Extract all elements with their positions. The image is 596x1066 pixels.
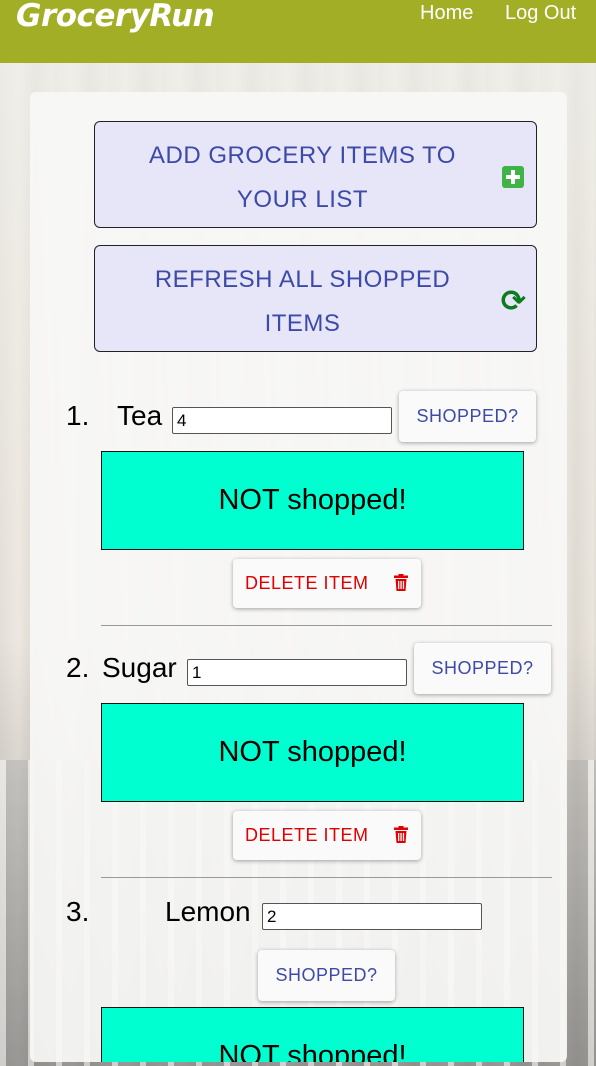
plus-square-icon (502, 166, 524, 188)
item-name: Tea (117, 400, 163, 431)
quantity-input[interactable] (172, 407, 392, 434)
nav-home-link[interactable]: Home (420, 2, 473, 25)
refresh-icon: ⟳ (500, 284, 526, 319)
item-number: 1. (66, 400, 90, 431)
quantity-input[interactable] (262, 903, 482, 930)
divider (101, 625, 552, 626)
status-box: NOT shopped! (101, 451, 524, 550)
delete-item-button[interactable]: DELETE ITEM (233, 559, 421, 608)
shopped-button[interactable]: SHOPPED? (414, 643, 551, 694)
delete-item-label: DELETE ITEM (245, 825, 369, 845)
grocery-list-card: ADD GROCERY ITEMS TO YOUR LIST REFRESH A… (30, 92, 567, 1062)
status-box: NOT shopped! (101, 703, 524, 802)
add-items-label: ADD GROCERY ITEMS TO YOUR LIST (149, 142, 456, 213)
trash-icon (394, 826, 408, 843)
add-items-button[interactable]: ADD GROCERY ITEMS TO YOUR LIST (94, 121, 537, 228)
delete-item-label: DELETE ITEM (245, 573, 369, 593)
delete-item-button[interactable]: DELETE ITEM (233, 811, 421, 860)
trash-icon (394, 574, 408, 591)
refresh-label: REFRESH ALL SHOPPED ITEMS (154, 266, 451, 337)
quantity-input[interactable] (187, 659, 407, 686)
shopped-button[interactable]: SHOPPED? (399, 391, 536, 442)
nav-logout-link[interactable]: Log Out (505, 2, 576, 25)
item-number: 2. (66, 652, 90, 683)
status-box: NOT shopped! (101, 1007, 524, 1062)
shopped-button[interactable]: SHOPPED? (258, 950, 395, 1001)
item-name: Sugar (102, 652, 177, 683)
item-name: Lemon (165, 896, 251, 927)
divider (101, 877, 552, 878)
brand-logo[interactable]: GroceryRun (16, 0, 215, 34)
navbar: GroceryRun Home Log Out (0, 0, 596, 63)
item-number: 3. (66, 896, 90, 927)
refresh-shopped-button[interactable]: REFRESH ALL SHOPPED ITEMS ⟳ (94, 245, 537, 352)
